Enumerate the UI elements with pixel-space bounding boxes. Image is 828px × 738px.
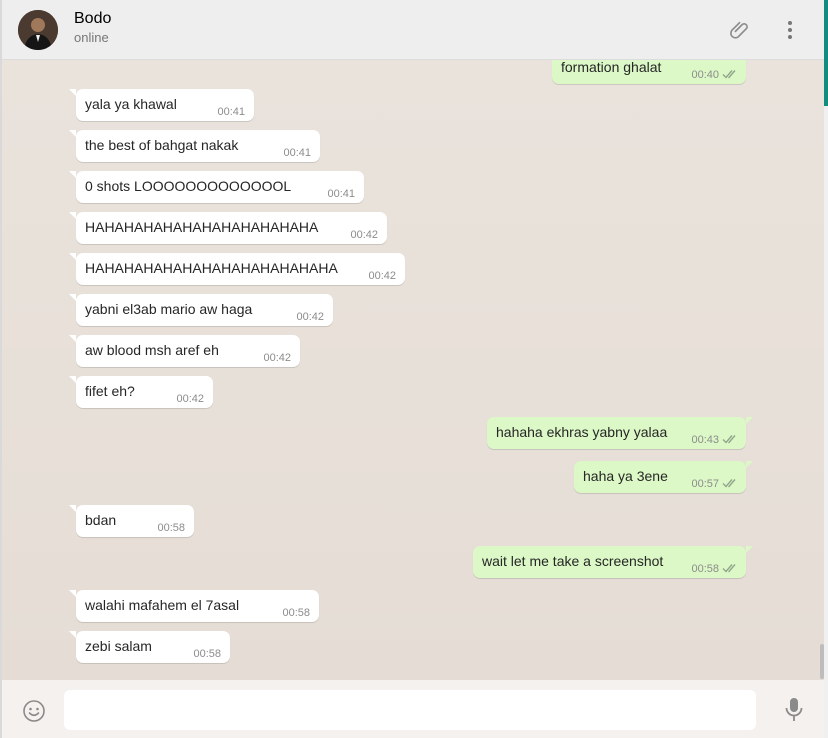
- message-text: walahi mafahem el 7asal: [85, 597, 240, 613]
- message-time: 00:41: [217, 106, 245, 118]
- outgoing-message[interactable]: hahaha ekhras yabny yalaa 00:43: [487, 417, 753, 449]
- incoming-message[interactable]: aw blood msh aref eh 00:42: [69, 335, 300, 367]
- double-check-icon: [722, 435, 736, 444]
- message-text: formation ghalat: [561, 60, 662, 75]
- paperclip-icon: [730, 21, 748, 39]
- smiley-icon: [23, 700, 45, 722]
- double-check-icon: [722, 70, 736, 79]
- microphone-icon: [785, 698, 803, 721]
- message-time: 00:58: [157, 522, 185, 534]
- message-text: haha ya 3ene: [583, 468, 668, 484]
- message-time: 00:42: [350, 229, 378, 241]
- outgoing-message[interactable]: wait let me take a screenshot 00:58: [473, 546, 753, 578]
- message-time: 00:57: [691, 478, 719, 490]
- app-accent-strip: [824, 0, 828, 106]
- message-text: hahaha ekhras yabny yalaa: [496, 424, 668, 440]
- more-vertical-icon: [788, 21, 792, 39]
- incoming-message[interactable]: walahi mafahem el 7asal 00:58: [69, 590, 319, 622]
- contact-avatar[interactable]: [18, 10, 58, 50]
- microphone-button[interactable]: [784, 697, 804, 723]
- chat-scrollbar[interactable]: [820, 644, 824, 679]
- message-time: 00:42: [176, 393, 204, 405]
- message-time: 00:41: [283, 147, 311, 159]
- incoming-message[interactable]: fifet eh? 00:42: [69, 376, 213, 408]
- incoming-message[interactable]: yala ya khawal 00:41: [69, 89, 254, 121]
- incoming-message[interactable]: the best of bahgat nakak 00:41: [69, 130, 320, 162]
- message-text: HAHAHAHAHAHAHAHAHAHAHAHA: [85, 219, 319, 235]
- chat-header: Bodo online: [2, 0, 824, 60]
- menu-button[interactable]: [776, 16, 804, 44]
- incoming-message[interactable]: zebi salam 00:58: [69, 631, 230, 663]
- message-text: zebi salam: [85, 638, 152, 654]
- compose-bar: [2, 680, 824, 738]
- message-time: 00:58: [691, 563, 719, 575]
- double-check-icon: [722, 564, 736, 573]
- message-time: 00:43: [691, 434, 719, 446]
- incoming-message[interactable]: bdan 00:58: [69, 505, 194, 537]
- message-text: 0 shots LOOOOOOOOOOOOOL: [85, 178, 292, 194]
- message-time: 00:40: [691, 69, 719, 81]
- outgoing-message[interactable]: formation ghalat 00:40: [552, 60, 746, 84]
- message-text: wait let me take a screenshot: [482, 553, 664, 569]
- contact-status: online: [74, 30, 109, 45]
- emoji-button[interactable]: [22, 699, 46, 723]
- incoming-message[interactable]: 0 shots LOOOOOOOOOOOOOL 00:41: [69, 171, 364, 203]
- message-time: 00:42: [263, 352, 291, 364]
- incoming-message[interactable]: HAHAHAHAHAHAHAHAHAHAHAHAHA 00:42: [69, 253, 405, 285]
- message-text: bdan: [85, 512, 117, 528]
- message-text: the best of bahgat nakak: [85, 137, 239, 153]
- message-text: yala ya khawal: [85, 96, 177, 112]
- message-time: 00:42: [368, 270, 396, 282]
- message-time: 00:41: [327, 188, 355, 200]
- message-time: 00:58: [193, 648, 221, 660]
- incoming-message[interactable]: HAHAHAHAHAHAHAHAHAHAHAHA 00:42: [69, 212, 387, 244]
- message-text: fifet eh?: [85, 383, 135, 399]
- contact-name[interactable]: Bodo: [74, 10, 111, 28]
- incoming-message[interactable]: yabni el3ab mario aw haga 00:42: [69, 294, 333, 326]
- message-text: HAHAHAHAHAHAHAHAHAHAHAHAHA: [85, 260, 338, 276]
- message-text: yabni el3ab mario aw haga: [85, 301, 253, 317]
- message-text: aw blood msh aref eh: [85, 342, 219, 358]
- message-time: 00:42: [296, 311, 324, 323]
- double-check-icon: [722, 479, 736, 488]
- outgoing-message[interactable]: haha ya 3ene 00:57: [574, 461, 753, 493]
- message-input[interactable]: [64, 690, 756, 730]
- attach-button[interactable]: [726, 16, 754, 44]
- message-time: 00:58: [282, 607, 310, 619]
- message-list[interactable]: formation ghalat 00:40 yala ya khawal 00:41…: [2, 60, 824, 680]
